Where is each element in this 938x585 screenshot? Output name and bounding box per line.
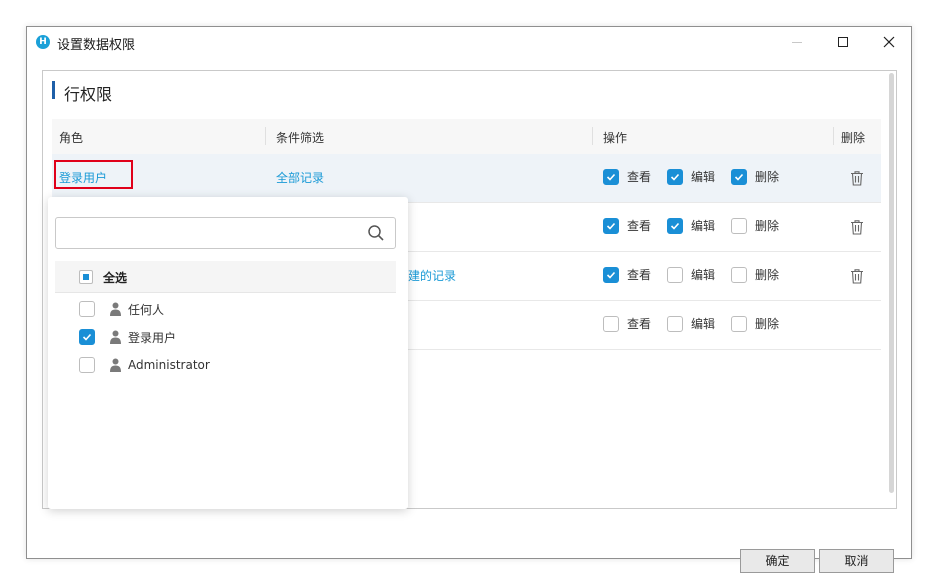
- trash-icon[interactable]: [850, 170, 864, 186]
- user-icon: [110, 358, 121, 372]
- op-del-label: 删除: [755, 268, 780, 282]
- op-view[interactable]: 查看: [603, 168, 651, 185]
- op-edit-checkbox[interactable]: [667, 266, 683, 283]
- header-filter: 条件筛选: [276, 131, 325, 145]
- op-del-checkbox[interactable]: [731, 266, 747, 283]
- role-option-label: Administrator: [128, 358, 210, 372]
- role-option-checkbox[interactable]: [79, 357, 95, 373]
- role-option-checkbox[interactable]: [79, 329, 95, 345]
- header-role: 角色: [59, 131, 84, 145]
- close-icon: [883, 36, 895, 48]
- header-delete: 删除: [841, 131, 866, 145]
- op-view-checkbox[interactable]: [603, 168, 619, 185]
- table-header: 角色 条件筛选 操作 删除: [52, 119, 881, 154]
- op-edit-label: 编辑: [691, 317, 716, 331]
- op-edit[interactable]: 编辑: [667, 315, 715, 332]
- trash-icon[interactable]: [850, 219, 864, 235]
- header-divider: [265, 127, 266, 145]
- maximize-icon: [838, 37, 848, 47]
- role-option-label: 登录用户: [128, 330, 177, 345]
- user-icon: [110, 330, 121, 344]
- maximize-button[interactable]: [820, 27, 866, 57]
- role-select-popup: 全选 任何人 登录用户 Administrator: [48, 197, 408, 509]
- op-view-label: 查看: [627, 170, 652, 184]
- window-title: 设置数据权限: [57, 38, 136, 53]
- header-ops: 操作: [603, 131, 628, 145]
- op-view-checkbox[interactable]: [603, 315, 619, 332]
- op-del-label: 删除: [755, 170, 780, 184]
- op-edit[interactable]: 编辑: [667, 168, 715, 185]
- op-del[interactable]: 删除: [731, 315, 779, 332]
- section-accent-bar: [52, 81, 55, 99]
- op-edit-checkbox[interactable]: [667, 168, 683, 185]
- select-all-checkbox[interactable]: [79, 270, 93, 284]
- op-del-label: 删除: [755, 219, 780, 233]
- cancel-button[interactable]: 取消: [819, 549, 894, 573]
- section-title: 行权限: [64, 85, 113, 104]
- op-view-label: 查看: [627, 317, 652, 331]
- op-view-label: 查看: [627, 219, 652, 233]
- header-divider: [592, 127, 593, 145]
- filter-link[interactable]: 全部记录: [276, 169, 324, 186]
- title-bar: H 设置数据权限: [27, 27, 911, 57]
- op-del[interactable]: 删除: [731, 217, 779, 234]
- header-divider: [833, 127, 834, 145]
- op-view[interactable]: 查看: [603, 266, 651, 283]
- role-option[interactable]: 任何人: [79, 299, 164, 319]
- op-del[interactable]: 删除: [731, 168, 779, 185]
- role-highlight-box: [54, 160, 133, 189]
- app-logo-icon: H: [36, 35, 50, 49]
- select-all-label: 全选: [103, 271, 128, 285]
- op-edit[interactable]: 编辑: [667, 217, 715, 234]
- op-view[interactable]: 查看: [603, 315, 651, 332]
- op-del-label: 删除: [755, 317, 780, 331]
- search-icon[interactable]: [367, 224, 385, 242]
- role-option-checkbox[interactable]: [79, 301, 95, 317]
- vertical-scrollbar[interactable]: [889, 73, 894, 493]
- role-option[interactable]: Administrator: [79, 355, 210, 375]
- minimize-icon: [792, 41, 802, 43]
- select-all-row[interactable]: 全选: [55, 261, 396, 293]
- op-view[interactable]: 查看: [603, 217, 651, 234]
- op-view-checkbox[interactable]: [603, 217, 619, 234]
- op-edit-label: 编辑: [691, 268, 716, 282]
- op-edit-label: 编辑: [691, 219, 716, 233]
- filter-link[interactable]: 建的记录: [408, 267, 456, 284]
- op-edit[interactable]: 编辑: [667, 266, 715, 283]
- op-del-checkbox[interactable]: [731, 315, 747, 332]
- op-view-checkbox[interactable]: [603, 266, 619, 283]
- table-row: 登录用户 全部记录 查看 编辑 删除: [52, 154, 881, 203]
- minimize-button[interactable]: [774, 27, 820, 57]
- ok-button[interactable]: 确定: [740, 549, 815, 573]
- role-search-input[interactable]: [55, 217, 396, 249]
- user-icon: [110, 302, 121, 316]
- op-del-checkbox[interactable]: [731, 168, 747, 185]
- op-edit-checkbox[interactable]: [667, 217, 683, 234]
- trash-icon[interactable]: [850, 268, 864, 284]
- close-button[interactable]: [866, 27, 912, 57]
- op-view-label: 查看: [627, 268, 652, 282]
- op-del-checkbox[interactable]: [731, 217, 747, 234]
- op-edit-checkbox[interactable]: [667, 315, 683, 332]
- op-del[interactable]: 删除: [731, 266, 779, 283]
- op-edit-label: 编辑: [691, 170, 716, 184]
- role-option-label: 任何人: [128, 302, 165, 317]
- role-option[interactable]: 登录用户: [79, 327, 176, 347]
